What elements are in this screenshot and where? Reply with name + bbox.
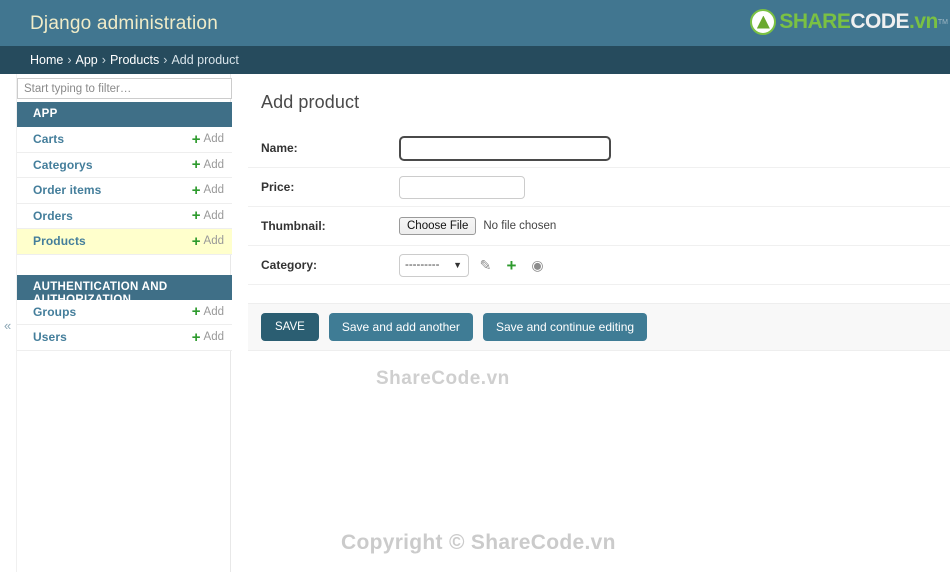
breadcrumb-separator: ›: [163, 53, 168, 67]
breadcrumb-item-products[interactable]: Products: [110, 53, 159, 67]
save-button[interactable]: SAVE: [261, 313, 319, 341]
breadcrumb-separator: ›: [101, 53, 106, 67]
breadcrumb-item-home[interactable]: Home: [30, 53, 63, 67]
breadcrumb-separator: ›: [67, 53, 72, 67]
plus-icon: +: [191, 232, 201, 250]
pencil-icon[interactable]: ✎: [476, 256, 495, 275]
label-category: Category:: [261, 258, 318, 272]
sidebar-nav: APP Carts + Add Categorys + Add Order it…: [16, 74, 232, 572]
sidebar-add-products[interactable]: + Add: [192, 234, 224, 249]
form-row-category: Category: --------- ▼ ✎ + ◉: [248, 246, 950, 285]
site-header: Django administration SHARECODE.vn TM: [0, 0, 950, 46]
sidebar-add-label: Add: [203, 184, 224, 197]
sidebar-add-groups[interactable]: + Add: [192, 304, 224, 319]
category-select-wrapper[interactable]: --------- ▼: [399, 253, 469, 277]
sidebar-module-caption-auth: AUTHENTICATION AND AUTHORIZATION: [17, 274, 232, 306]
sidebar-add-label: Add: [203, 235, 224, 248]
logo-text-vn: .vn: [909, 10, 938, 33]
page-title: Add product: [261, 92, 360, 112]
logo-triangle-shape: [756, 15, 770, 29]
sidebar-add-label: Add: [203, 133, 224, 146]
choose-file-button[interactable]: Choose File: [399, 217, 477, 235]
breadcrumb-item-app[interactable]: App: [76, 53, 98, 67]
watermark-footer-copyright: Copyright © ShareCode.vn: [341, 531, 616, 554]
sidebar-item-label-products[interactable]: Products: [33, 234, 86, 248]
logo-trademark: TM: [937, 18, 948, 26]
sidebar-item-orders[interactable]: Orders + Add: [17, 203, 232, 229]
sidebar-module-app: APP Carts + Add Categorys + Add Order it…: [17, 102, 232, 255]
sidebar-add-label: Add: [203, 331, 224, 344]
save-and-add-another-button[interactable]: Save and add another: [328, 313, 473, 341]
plus-icon: +: [191, 130, 201, 148]
sidebar-add-categorys[interactable]: + Add: [192, 157, 224, 172]
form-row-thumbnail: Thumbnail: Choose File No file chosen: [248, 207, 950, 246]
plus-icon: +: [191, 156, 201, 174]
label-name: Name:: [261, 141, 298, 155]
sidebar-filter-input[interactable]: [17, 78, 232, 99]
label-thumbnail: Thumbnail:: [261, 219, 326, 233]
sidebar-add-label: Add: [203, 158, 224, 171]
plus-icon: +: [191, 207, 201, 225]
form-row-price: Price:: [248, 168, 950, 207]
sidebar-item-users[interactable]: Users + Add: [17, 325, 232, 351]
price-input[interactable]: [399, 175, 525, 199]
page-title-branding: Django administration: [30, 12, 218, 34]
plus-icon: +: [191, 328, 201, 346]
sidebar-item-categorys[interactable]: Categorys + Add: [17, 152, 232, 178]
sidebar-add-label: Add: [203, 305, 224, 318]
sidebar-add-users[interactable]: + Add: [192, 330, 224, 345]
breadcrumb-item-current: Add product: [171, 53, 239, 67]
plus-icon: +: [191, 181, 201, 199]
sidebar-add-orders[interactable]: + Add: [192, 208, 224, 223]
file-status-text: No file chosen: [483, 220, 557, 232]
form-row-name: Name:: [248, 129, 950, 168]
sidebar-item-order-items[interactable]: Order items + Add: [17, 178, 232, 204]
save-and-continue-editing-button[interactable]: Save and continue editing: [482, 313, 648, 341]
sidebar-collapse-toggle-icon[interactable]: «: [4, 318, 11, 333]
add-product-form: Name: Price: Thumbnail: Choose File No f…: [248, 129, 950, 351]
sidebar-item-label-orders[interactable]: Orders: [33, 209, 73, 223]
sidebar-item-products[interactable]: Products + Add: [17, 229, 232, 255]
sharecode-circle-logo-icon: [750, 9, 777, 35]
sidebar-add-order-items[interactable]: + Add: [192, 183, 224, 198]
label-price: Price:: [261, 180, 295, 194]
category-select[interactable]: ---------: [399, 253, 469, 277]
sidebar-item-label-groups[interactable]: Groups: [33, 305, 76, 319]
breadcrumb: Home › App › Products › Add product: [0, 46, 950, 74]
eye-icon[interactable]: ◉: [528, 256, 547, 275]
sidebar-add-carts[interactable]: + Add: [192, 132, 224, 147]
sidebar-add-label: Add: [203, 209, 224, 222]
sidebar-item-carts[interactable]: Carts + Add: [17, 127, 232, 153]
submit-row: SAVE Save and add another Save and conti…: [248, 303, 950, 351]
name-input[interactable]: [399, 135, 611, 161]
sidebar-module-auth: AUTHENTICATION AND AUTHORIZATION Groups …: [17, 274, 232, 351]
logo-text-code: CODE: [850, 10, 910, 33]
admin-page: Django administration SHARECODE.vn TM Ho…: [0, 0, 950, 572]
sharecode-logo: SHARECODE.vn TM: [750, 2, 950, 42]
sidebar-item-label-users[interactable]: Users: [33, 330, 67, 344]
plus-icon: +: [191, 303, 201, 321]
add-related-plus-icon[interactable]: +: [502, 256, 521, 275]
sidebar-module-divider: [17, 254, 230, 275]
main-content: Add product Name: Price: Thumbnail: Choo…: [248, 74, 950, 572]
sidebar-module-caption-app: APP: [17, 102, 232, 127]
logo-text-share: SHARE: [779, 10, 851, 33]
sidebar-item-label-order-items[interactable]: Order items: [33, 183, 101, 197]
sidebar-item-label-carts[interactable]: Carts: [33, 132, 64, 146]
sidebar-item-label-categorys[interactable]: Categorys: [33, 158, 93, 172]
thumbnail-file-input[interactable]: Choose File No file chosen: [399, 217, 556, 235]
watermark-middle: ShareCode.vn: [376, 368, 510, 389]
